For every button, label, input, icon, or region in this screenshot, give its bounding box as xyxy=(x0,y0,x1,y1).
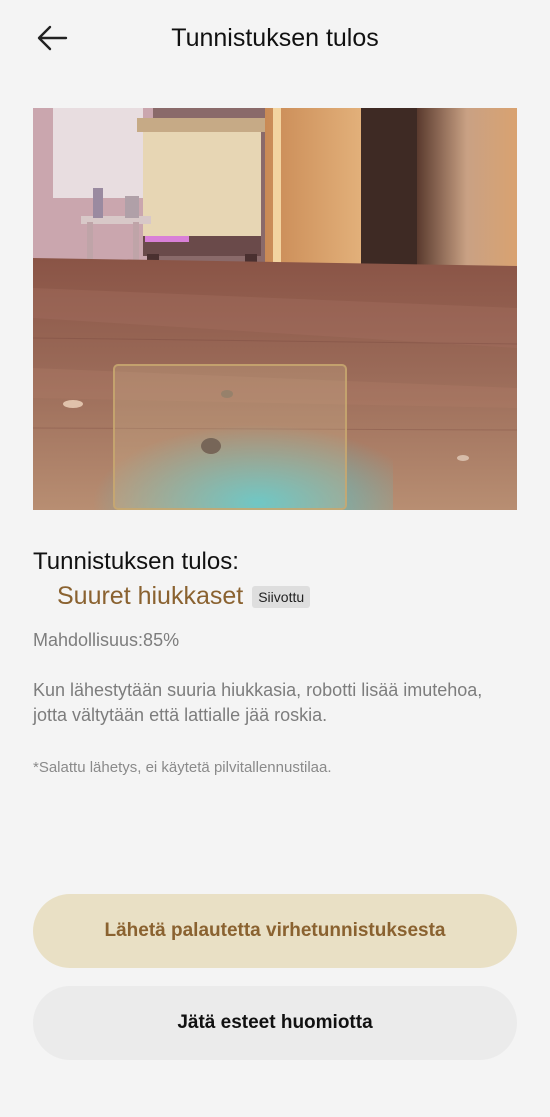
probability-text: Mahdollisuus:85% xyxy=(33,630,180,650)
ignore-obstacles-button[interactable]: Jätä esteet huomiotta xyxy=(33,986,517,1060)
footnote: *Salattu lähetys, ei käytetä pilvitallen… xyxy=(33,759,332,776)
detection-box xyxy=(113,364,347,510)
send-feedback-button[interactable]: Lähetä palautetta virhetunnistuksesta xyxy=(33,894,517,968)
result-name: Suuret hiukkaset xyxy=(57,582,244,610)
page-title: Tunnistuksen tulos xyxy=(171,24,379,52)
result-row: Suuret hiukkaset Siivottu xyxy=(57,582,311,611)
header: Tunnistuksen tulos xyxy=(0,0,550,78)
detection-photo xyxy=(33,108,517,510)
status-badge: Siivottu xyxy=(252,585,311,608)
result-description: Kun lähestytään suuria hiukkasia, robott… xyxy=(33,680,483,725)
result-heading: Tunnistuksen tulos: xyxy=(33,548,239,575)
